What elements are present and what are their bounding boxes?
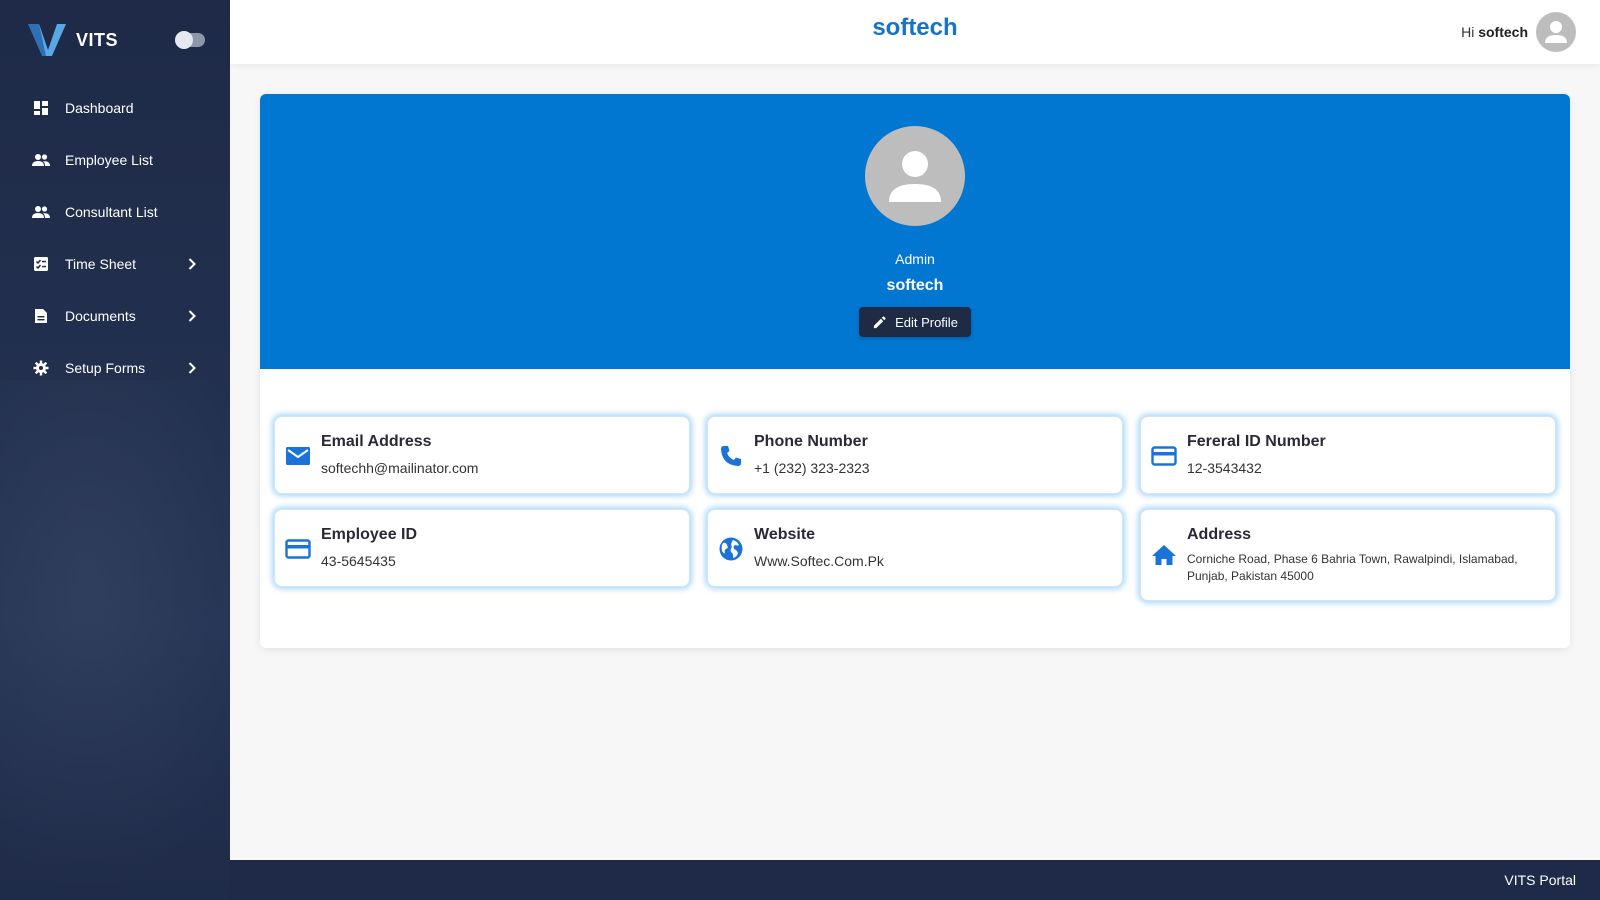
profile-name: softech	[886, 277, 944, 294]
info-value: +1 (232) 323-2323	[754, 460, 870, 476]
info-value: 43-5645435	[321, 553, 396, 569]
info-value: Corniche Road, Phase 6 Bahria Town, Rawa…	[1187, 552, 1518, 583]
info-value: 12-3543432	[1187, 460, 1262, 476]
people-icon	[32, 203, 50, 221]
info-title: Website	[754, 526, 816, 543]
brand-name: VITS	[76, 29, 119, 50]
info-title: Employee ID	[321, 526, 418, 543]
profile-banner: Admin softech Edit Profile	[260, 94, 1570, 369]
toggle-knob	[175, 31, 193, 49]
info-title: Fereral ID Number	[1187, 433, 1326, 450]
chevron-right-icon	[188, 362, 196, 374]
edit-profile-button[interactable]: Edit Profile	[859, 307, 971, 337]
greeting-prefix: Hi	[1461, 24, 1475, 40]
sidebar-item-label: Time Sheet	[65, 256, 137, 272]
sidebar-item-label: Documents	[65, 308, 136, 324]
user-name: softech	[1478, 24, 1528, 40]
user-greeting: Hi softech	[1461, 24, 1528, 40]
sidebar: VITS Dashboard Employee List Consultant …	[0, 0, 230, 900]
info-card-email: Email Address softechh@mailinator.com	[274, 416, 690, 494]
info-value: softechh@mailinator.com	[321, 460, 479, 476]
info-card-address: Address Corniche Road, Phase 6 Bahria To…	[1140, 509, 1556, 601]
id-card-icon	[285, 536, 311, 562]
vits-logo	[28, 24, 66, 56]
footer-text: VITS Portal	[1504, 872, 1576, 888]
avatar[interactable]	[1536, 12, 1576, 52]
phone-icon	[718, 443, 744, 469]
sidebar-item-employee-list[interactable]: Employee List	[0, 134, 230, 186]
dashboard-icon	[32, 99, 50, 117]
top-header: softech Hi softech	[230, 0, 1600, 64]
pencil-icon	[873, 315, 886, 328]
timesheet-icon	[32, 255, 50, 273]
chevron-right-icon	[188, 310, 196, 322]
sidebar-item-dashboard[interactable]: Dashboard	[0, 82, 230, 134]
globe-icon	[718, 536, 744, 562]
info-title: Phone Number	[754, 433, 868, 450]
info-card-website: Website Www.Softec.Com.Pk	[707, 509, 1123, 587]
footer: VITS Portal	[230, 860, 1600, 900]
sidebar-toggle[interactable]	[175, 31, 205, 49]
info-title: Email Address	[321, 433, 432, 450]
person-icon	[889, 151, 941, 202]
sidebar-item-label: Consultant List	[65, 204, 158, 220]
sidebar-item-label: Setup Forms	[65, 360, 146, 376]
sidebar-nav: Dashboard Employee List Consultant List …	[0, 82, 230, 394]
info-card-employee-id: Employee ID 43-5645435	[274, 509, 690, 587]
sidebar-item-consultant-list[interactable]: Consultant List	[0, 186, 230, 238]
info-title: Address	[1187, 526, 1252, 543]
gear-icon	[32, 359, 50, 377]
sidebar-item-label: Employee List	[65, 152, 153, 168]
info-card-federal-id: Fereral ID Number 12-3543432	[1140, 416, 1556, 494]
page-title: softech	[872, 14, 958, 41]
sidebar-item-label: Dashboard	[65, 100, 134, 116]
document-icon	[32, 307, 50, 325]
profile-card: Admin softech Edit Profile Email Address…	[260, 94, 1570, 648]
info-value: Www.Softec.Com.Pk	[754, 553, 884, 569]
id-card-icon	[1151, 443, 1177, 469]
profile-avatar	[865, 126, 965, 226]
sidebar-item-time-sheet[interactable]: Time Sheet	[0, 238, 230, 290]
edit-profile-label: Edit Profile	[895, 314, 958, 330]
sidebar-item-setup-forms[interactable]: Setup Forms	[0, 342, 230, 394]
home-icon	[1151, 542, 1177, 568]
person-icon	[1545, 21, 1567, 43]
people-icon	[32, 151, 50, 169]
chevron-right-icon	[188, 258, 196, 270]
mail-icon	[285, 443, 311, 469]
profile-role: Admin	[895, 251, 935, 267]
info-card-phone: Phone Number +1 (232) 323-2323	[707, 416, 1123, 494]
user-menu[interactable]: Hi softech	[1461, 12, 1576, 52]
sidebar-item-documents[interactable]: Documents	[0, 290, 230, 342]
